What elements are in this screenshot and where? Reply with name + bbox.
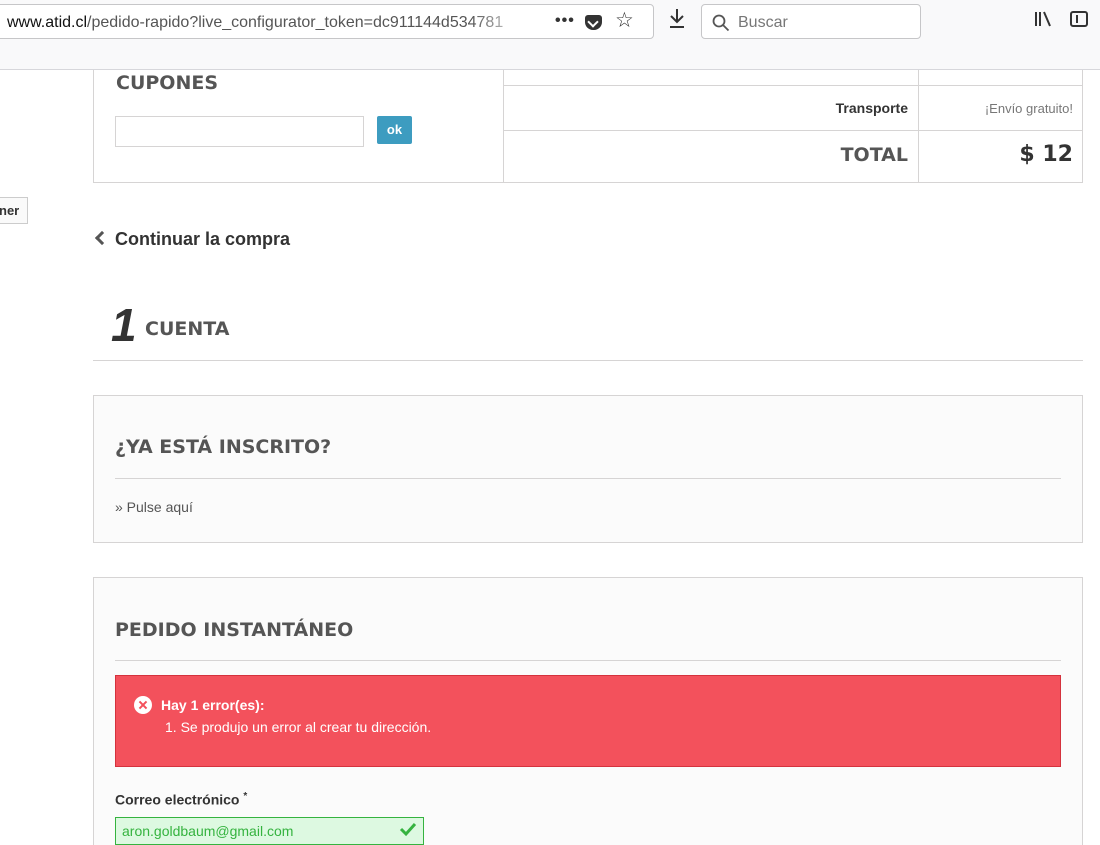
browser-toolbar: www.atid.cl/pedido-rapido?live_configura… <box>0 0 1100 70</box>
coupon-ok-button[interactable]: ok <box>377 116 412 144</box>
download-icon[interactable] <box>668 7 686 29</box>
transport-row: Transporte ¡Envío gratuito! <box>504 86 1083 131</box>
email-value: aron.goldbaum@gmail.com <box>122 823 294 839</box>
continue-shopping-link[interactable]: Continuar la compra <box>93 229 290 250</box>
totals-cell <box>504 70 919 85</box>
bookmark-star-icon[interactable]: ☆ <box>615 10 634 31</box>
instant-order-panel: PEDIDO INSTANTÁNEO Hay 1 error(es): 1. S… <box>93 577 1083 845</box>
login-panel: ¿YA ESTÁ INSCRITO? » Pulse aquí <box>93 395 1083 543</box>
step-number: 1 <box>111 299 137 351</box>
url-host: www.atid.cl <box>7 14 88 31</box>
error-x-icon <box>134 696 152 714</box>
totals-cell <box>919 70 1083 85</box>
cart-summary: CUPONES ok Transporte ¡Envío gratuito! T… <box>93 70 1083 183</box>
search-icon <box>712 14 730 32</box>
pocket-icon[interactable] <box>585 15 602 30</box>
url-path: /pedido-rapido?live_configurator_token=d… <box>87 14 504 31</box>
login-panel-title: ¿YA ESTÁ INSCRITO? <box>115 436 332 458</box>
error-item: 1. Se produjo un error al crear tu direc… <box>165 719 432 735</box>
chevron-left-icon <box>94 230 110 246</box>
side-button[interactable]: ner <box>0 197 28 224</box>
login-link[interactable]: » Pulse aquí <box>115 499 193 515</box>
email-field[interactable]: aron.goldbaum@gmail.com <box>115 817 424 845</box>
step-title: CUENTA <box>145 318 230 340</box>
library-icon[interactable] <box>1034 11 1052 27</box>
search-placeholder: Buscar <box>738 14 788 31</box>
instant-order-title: PEDIDO INSTANTÁNEO <box>115 619 354 641</box>
coupon-input[interactable] <box>115 116 364 147</box>
divider <box>115 478 1061 479</box>
url-fade <box>471 7 531 37</box>
error-alert: Hay 1 error(es): 1. Se produjo un error … <box>115 675 1061 767</box>
email-label: Correo electrónico * <box>115 791 247 808</box>
checkmark-icon <box>399 822 417 837</box>
search-bar[interactable]: Buscar <box>701 4 921 39</box>
email-label-text: Correo electrónico <box>115 791 240 808</box>
transport-value: ¡Envío gratuito! <box>984 101 1073 116</box>
required-mark: * <box>243 791 248 802</box>
total-row: TOTAL $ 12 <box>504 131 1083 182</box>
transport-label: Transporte <box>504 86 919 130</box>
total-label: TOTAL <box>504 131 919 182</box>
continue-shopping-label: Continuar la compra <box>115 229 291 249</box>
totals-table: Transporte ¡Envío gratuito! TOTAL $ 12 <box>504 70 1083 182</box>
url-text: www.atid.cl/pedido-rapido?live_configura… <box>7 14 527 32</box>
page-actions-menu-icon[interactable]: ••• <box>555 12 575 30</box>
error-title: Hay 1 error(es): <box>161 697 265 713</box>
totals-row <box>504 70 1083 86</box>
total-value: $ 12 <box>1019 142 1073 167</box>
sidebar-toggle-icon[interactable] <box>1070 11 1088 27</box>
step-heading: 1 CUENTA <box>93 300 1083 361</box>
url-bar[interactable]: www.atid.cl/pedido-rapido?live_configura… <box>0 4 654 39</box>
coupons-title: CUPONES <box>116 72 219 94</box>
coupons-section: CUPONES ok <box>94 70 504 182</box>
divider <box>115 660 1061 661</box>
